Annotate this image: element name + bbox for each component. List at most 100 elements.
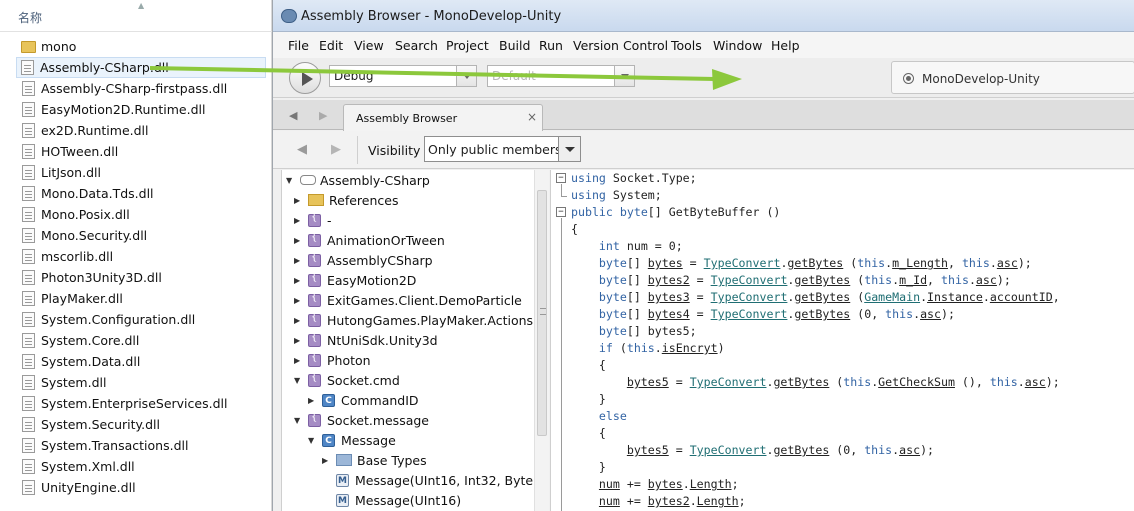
visibility-select[interactable]: Only public members bbox=[424, 136, 581, 162]
file-item[interactable]: System.Core.dll bbox=[18, 330, 268, 351]
tree-node[interactable]: ▶ Photon bbox=[294, 350, 371, 370]
expand-icon[interactable]: ▶ bbox=[294, 236, 303, 245]
namespace-icon bbox=[308, 332, 321, 347]
fold-minus-icon[interactable]: − bbox=[556, 207, 566, 217]
tree-node[interactable]: M Message(UInt16, Int32, Byte[]) bbox=[322, 470, 548, 490]
file-item[interactable]: PlayMaker.dll bbox=[18, 288, 268, 309]
file-item[interactable]: mscorlib.dll bbox=[18, 246, 268, 267]
dll-file-icon bbox=[22, 207, 35, 222]
tree-node-label: Socket.cmd bbox=[327, 372, 400, 388]
collapse-icon[interactable]: ▼ bbox=[294, 416, 303, 425]
fold-guide bbox=[561, 218, 562, 511]
menu-help[interactable]: Help bbox=[771, 38, 800, 53]
close-icon[interactable]: × bbox=[527, 110, 537, 124]
expand-icon[interactable]: ▶ bbox=[294, 356, 303, 365]
code-view[interactable]: − − using Socket.Type; using System; publi… bbox=[550, 170, 1134, 511]
scrollbar-thumb[interactable] bbox=[537, 190, 547, 436]
tab-scroll-right-icon[interactable]: ▶ bbox=[319, 109, 327, 122]
expand-icon[interactable]: ▶ bbox=[294, 276, 303, 285]
file-item[interactable]: System.Data.dll bbox=[18, 351, 268, 372]
expand-icon[interactable]: ▶ bbox=[294, 296, 303, 305]
collapse-icon[interactable]: ▼ bbox=[308, 436, 317, 445]
toolbar-divider bbox=[357, 136, 358, 164]
menu-project[interactable]: Project bbox=[446, 38, 489, 53]
file-item[interactable]: HOTween.dll bbox=[18, 141, 268, 162]
tree-scrollbar[interactable] bbox=[534, 170, 549, 511]
file-item[interactable]: LitJson.dll bbox=[18, 162, 268, 183]
expand-icon[interactable]: ▶ bbox=[322, 456, 331, 465]
menu-edit[interactable]: Edit bbox=[319, 38, 343, 53]
tree-node[interactable]: ▶ EasyMotion2D bbox=[294, 270, 416, 290]
configuration-select[interactable]: Debug bbox=[329, 65, 477, 87]
file-item[interactable]: System.EnterpriseServices.dll bbox=[18, 393, 268, 414]
menu-view[interactable]: View bbox=[354, 38, 384, 53]
file-label: LitJson.dll bbox=[41, 165, 101, 180]
tree-node[interactable]: ▼ Socket.message bbox=[294, 410, 429, 430]
file-item[interactable]: System.Configuration.dll bbox=[18, 309, 268, 330]
class-icon: C bbox=[322, 433, 335, 447]
expand-icon[interactable]: ▶ bbox=[294, 196, 303, 205]
file-item[interactable]: Mono.Data.Tds.dll bbox=[18, 183, 268, 204]
file-item[interactable]: EasyMotion2D.Runtime.dll bbox=[18, 99, 268, 120]
folder-item[interactable]: mono bbox=[18, 36, 268, 57]
file-item[interactable]: Assembly-CSharp-firstpass.dll bbox=[18, 78, 268, 99]
file-item[interactable]: Mono.Posix.dll bbox=[18, 204, 268, 225]
expand-icon[interactable]: ▶ bbox=[294, 316, 303, 325]
code-line: { bbox=[571, 222, 578, 236]
tree-node[interactable]: ▼ Socket.cmd bbox=[294, 370, 400, 390]
tree-node[interactable]: ▶ ExitGames.Client.DemoParticle bbox=[294, 290, 522, 310]
tree-node[interactable]: ▶ C CommandID bbox=[308, 390, 419, 410]
target-select[interactable]: Default bbox=[487, 65, 635, 87]
tree-node[interactable]: ▶- bbox=[294, 210, 332, 230]
file-item[interactable]: System.Xml.dll bbox=[18, 456, 268, 477]
tab-assembly-browser[interactable]: Assembly Browser × bbox=[343, 104, 543, 131]
file-item[interactable]: Mono.Security.dll bbox=[18, 225, 268, 246]
forward-icon[interactable]: ▶ bbox=[331, 142, 341, 157]
menu-run[interactable]: Run bbox=[539, 38, 563, 53]
expand-icon[interactable]: ▶ bbox=[294, 336, 303, 345]
fold-minus-icon[interactable]: − bbox=[556, 173, 566, 183]
file-item[interactable]: System.Transactions.dll bbox=[18, 435, 268, 456]
file-item[interactable]: System.dll bbox=[18, 372, 268, 393]
file-item[interactable]: Assembly-CSharp.dll bbox=[16, 57, 266, 78]
tree-node[interactable]: M Message(UInt16) bbox=[322, 490, 461, 510]
tree-node[interactable]: ▼ C Message bbox=[308, 430, 396, 450]
tree-node[interactable]: ▶ Base Types bbox=[322, 450, 427, 470]
tree-node-label: NtUniSdk.Unity3d bbox=[327, 332, 438, 348]
expand-icon[interactable]: ▶ bbox=[294, 216, 303, 225]
tree-node-label: EasyMotion2D bbox=[327, 272, 417, 288]
file-item[interactable]: ex2D.Runtime.dll bbox=[18, 120, 268, 141]
status-radio-icon bbox=[903, 73, 914, 84]
menu-window[interactable]: Window bbox=[713, 38, 762, 53]
file-item[interactable]: System.Security.dll bbox=[18, 414, 268, 435]
expand-icon[interactable]: ▶ bbox=[294, 256, 303, 265]
menu-file[interactable]: File bbox=[288, 38, 309, 53]
menu-build[interactable]: Build bbox=[499, 38, 530, 53]
name-column-header[interactable]: 名称 ▲ bbox=[0, 0, 272, 32]
collapse-icon[interactable]: ▼ bbox=[294, 376, 303, 385]
tree-node[interactable]: ▶ NtUniSdk.Unity3d bbox=[294, 330, 438, 350]
tree-node[interactable]: ▶ References bbox=[294, 190, 398, 210]
run-button[interactable] bbox=[289, 62, 321, 94]
menu-tools[interactable]: Tools bbox=[671, 38, 702, 53]
tree-root-assembly[interactable]: ▼ Assembly-CSharp bbox=[286, 170, 430, 190]
tree-node[interactable]: ▶ AnimationOrTween bbox=[294, 230, 445, 250]
collapse-icon[interactable]: ▼ bbox=[286, 176, 295, 185]
file-label: Mono.Data.Tds.dll bbox=[41, 186, 154, 201]
code-line: bytes5 = TypeConvert.getBytes (this.GetC… bbox=[626, 375, 1060, 389]
tree-node-label: ExitGames.Client.DemoParticle bbox=[327, 292, 522, 308]
file-label: mscorlib.dll bbox=[41, 249, 114, 264]
back-icon[interactable]: ◀ bbox=[297, 142, 307, 157]
menu-search[interactable]: Search bbox=[395, 38, 438, 53]
tree-node[interactable]: ▶ HutongGames.PlayMaker.Actions bbox=[294, 310, 533, 330]
expand-icon[interactable]: ▶ bbox=[308, 396, 317, 405]
dll-file-icon bbox=[22, 417, 35, 432]
code-line: int num = 0; bbox=[598, 239, 683, 253]
title-bar[interactable]: Assembly Browser - MonoDevelop-Unity bbox=[273, 0, 1134, 32]
file-label: System.dll bbox=[41, 375, 107, 390]
menu-version-control[interactable]: Version Control bbox=[573, 38, 668, 53]
file-item[interactable]: Photon3Unity3D.dll bbox=[18, 267, 268, 288]
tab-scroll-left-icon[interactable]: ◀ bbox=[289, 109, 297, 122]
file-item[interactable]: UnityEngine.dll bbox=[18, 477, 268, 498]
tree-node[interactable]: ▶ AssemblyCSharp bbox=[294, 250, 433, 270]
